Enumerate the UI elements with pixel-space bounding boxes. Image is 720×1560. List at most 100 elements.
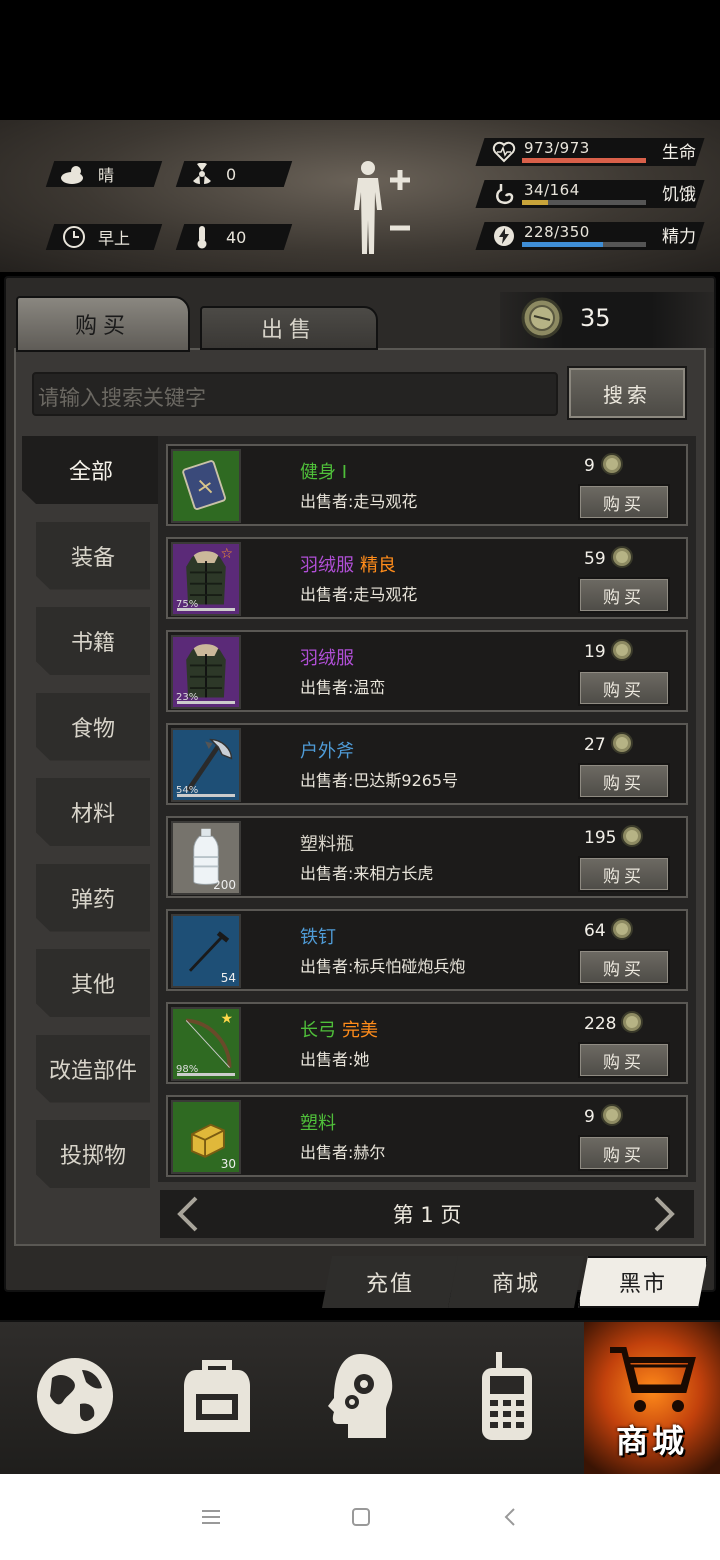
radiation-icon [188, 161, 216, 187]
stomach-icon [496, 184, 514, 205]
coin-count: 35 [580, 304, 611, 332]
energy-value: 228/350 [524, 223, 590, 241]
shop-nav-label: 商城 [615, 1422, 688, 1460]
item-seller: 出售者:标兵怕碰炮兵炮 [300, 957, 466, 976]
pager: 第 1 页 [160, 1190, 694, 1238]
list-item: 健身 I 出售者:走马观花 9 购买 [166, 444, 688, 526]
category-tab[interactable]: 改造部件 [36, 1034, 150, 1103]
hunger-fill [522, 200, 549, 205]
bottle-cap-icon [611, 546, 633, 568]
buy-button[interactable]: 购买 [578, 856, 670, 892]
durability-text: 54% [176, 785, 199, 796]
list-item: 54 铁钉 出售者:标兵怕碰炮兵炮 64 购买 [166, 909, 688, 991]
item-price: 64 [584, 921, 606, 941]
tab-sell[interactable]: 出售 [200, 306, 378, 350]
temperature-value: 40 [226, 227, 247, 247]
category-tab[interactable]: 其他 [36, 949, 150, 1017]
item-name: 健身 I [300, 458, 347, 484]
item-thumbnail[interactable]: 30 [171, 1100, 241, 1174]
item-name-text: 羽绒服 [300, 648, 354, 669]
category-tab[interactable]: 弹药 [36, 863, 150, 932]
globe-icon[interactable] [30, 1348, 120, 1444]
bottle-cap-icon [601, 1104, 623, 1126]
search-input[interactable]: 请输入搜索关键字 [32, 372, 558, 416]
tab-black-market[interactable]: 黑市 [578, 1256, 708, 1308]
buy-button[interactable]: 购买 [578, 670, 670, 706]
item-name: 塑料 [300, 1109, 336, 1135]
item-seller: 出售者:走马观花 [300, 585, 418, 604]
tab-recharge[interactable]: 充值 [322, 1256, 458, 1308]
item-name-text: 户外斧 [300, 741, 354, 762]
menu-icon[interactable] [200, 1508, 222, 1526]
head-skills-icon[interactable] [316, 1348, 406, 1444]
category-tab[interactable]: 食物 [36, 692, 150, 761]
radiation-status: 0 [188, 161, 236, 187]
item-name: 羽绒服 [300, 644, 354, 670]
item-name-text: 健身 I [300, 462, 348, 483]
item-price: 27 [584, 735, 606, 755]
category-tab[interactable]: 书籍 [36, 607, 150, 675]
durability-text: 75% [176, 599, 199, 610]
prev-page-icon[interactable] [176, 1196, 202, 1232]
search-button[interactable]: 搜索 [567, 366, 687, 420]
tab-buy[interactable]: 购买 [16, 296, 190, 352]
item-seller: 出售者:来相方长虎 [300, 864, 434, 883]
buy-button[interactable]: 购买 [578, 1135, 670, 1171]
item-quality: 完美 [342, 1020, 378, 1041]
buy-button[interactable]: 购买 [578, 1042, 670, 1078]
category-tab[interactable]: 全部 [22, 436, 160, 504]
item-seller: 出售者:赫尔 [300, 1143, 386, 1162]
home-icon[interactable] [350, 1506, 372, 1528]
body-status-icon[interactable] [346, 158, 426, 258]
buy-button[interactable]: 购买 [578, 763, 670, 799]
item-thumbnail[interactable]: 75% ☆ [171, 542, 241, 616]
star-icon: ★ [220, 1011, 233, 1027]
back-icon[interactable] [502, 1506, 518, 1528]
thermometer-icon [188, 224, 216, 250]
item-price: 19 [584, 642, 606, 662]
item-thumbnail[interactable]: 23% [171, 635, 241, 709]
clock-icon [60, 224, 88, 250]
bottle-cap-icon [611, 918, 633, 940]
item-name: 长弓 完美 [300, 1016, 378, 1042]
list-item: 54% 户外斧 出售者:巴达斯9265号 27 购买 [166, 723, 688, 805]
time-status: 早上 [60, 224, 130, 250]
item-thumbnail[interactable]: 54 [171, 914, 241, 988]
list-item: 23% 羽绒服 出售者:温峦 19 购买 [166, 630, 688, 712]
next-page-icon[interactable] [650, 1196, 676, 1232]
health-value: 973/973 [524, 139, 590, 157]
hunger-label: 饥饿 [662, 185, 696, 205]
category-tab[interactable]: 投掷物 [36, 1120, 150, 1188]
item-thumbnail[interactable]: 54% [171, 728, 241, 802]
bottle-cap-icon [611, 639, 633, 661]
item-name-text: 塑料 [300, 1113, 336, 1134]
category-tab[interactable]: 材料 [36, 778, 150, 846]
health-track [522, 158, 646, 163]
bottle-cap-icon [611, 732, 633, 754]
list-item: 98% ★ 长弓 完美 出售者:她 228 购买 [166, 1002, 688, 1084]
tab-mall[interactable]: 商城 [448, 1256, 584, 1308]
weather-value: 晴 [98, 166, 115, 185]
item-thumbnail[interactable]: 98% ★ [171, 1007, 241, 1081]
backpack-icon[interactable] [172, 1348, 262, 1444]
time-value: 早上 [98, 229, 131, 248]
bottle-cap-icon [601, 453, 623, 475]
bottle-cap-icon [621, 1011, 643, 1033]
item-thumbnail[interactable] [171, 449, 241, 523]
category-tab[interactable]: 装备 [36, 521, 150, 590]
status-bar-area [0, 0, 720, 120]
item-thumbnail[interactable]: 200 [171, 821, 241, 895]
buy-button[interactable]: 购买 [578, 577, 670, 613]
item-name-text: 长弓 [300, 1020, 336, 1041]
item-quality: 精良 [360, 555, 396, 576]
book-icon [182, 460, 226, 510]
hunger-value: 34/164 [524, 181, 580, 199]
durability-text: 23% [176, 692, 199, 703]
list-item: 30 塑料 出售者:赫尔 9 购买 [166, 1095, 688, 1177]
radio-icon[interactable] [462, 1348, 552, 1444]
item-seller: 出售者:走马观花 [300, 492, 418, 511]
buy-button[interactable]: 购买 [578, 949, 670, 985]
buy-button[interactable]: 购买 [578, 484, 670, 520]
quantity-text: 30 [220, 1157, 236, 1171]
item-price: 228 [584, 1014, 617, 1034]
